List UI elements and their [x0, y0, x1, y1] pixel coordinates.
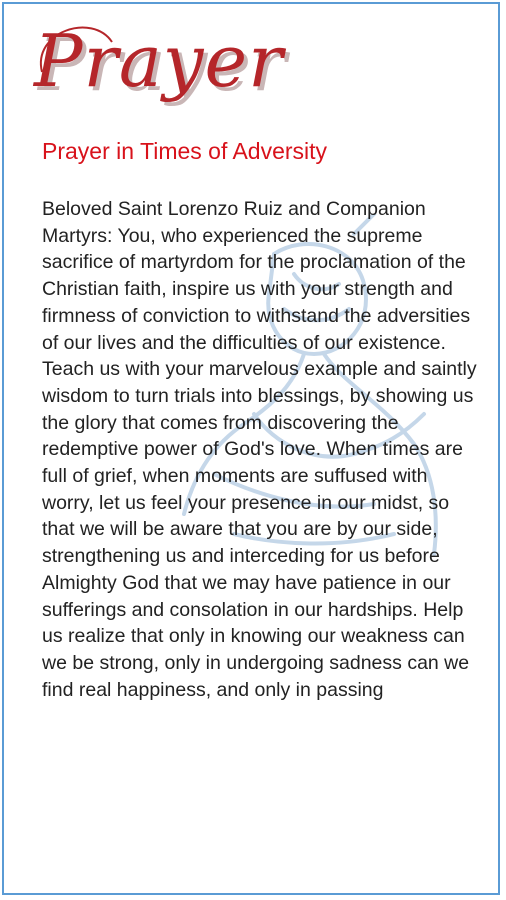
prayer-body-text: Beloved Saint Lorenzo Ruiz and Companion… [42, 198, 477, 701]
prayer-card: Prayer Prayer Prayer in Times of Adversi… [2, 2, 500, 895]
prayer-logo-text: Prayer [32, 19, 286, 103]
prayer-logo: Prayer Prayer [32, 19, 289, 107]
prayer-title: Prayer in Times of Adversity [42, 138, 328, 164]
